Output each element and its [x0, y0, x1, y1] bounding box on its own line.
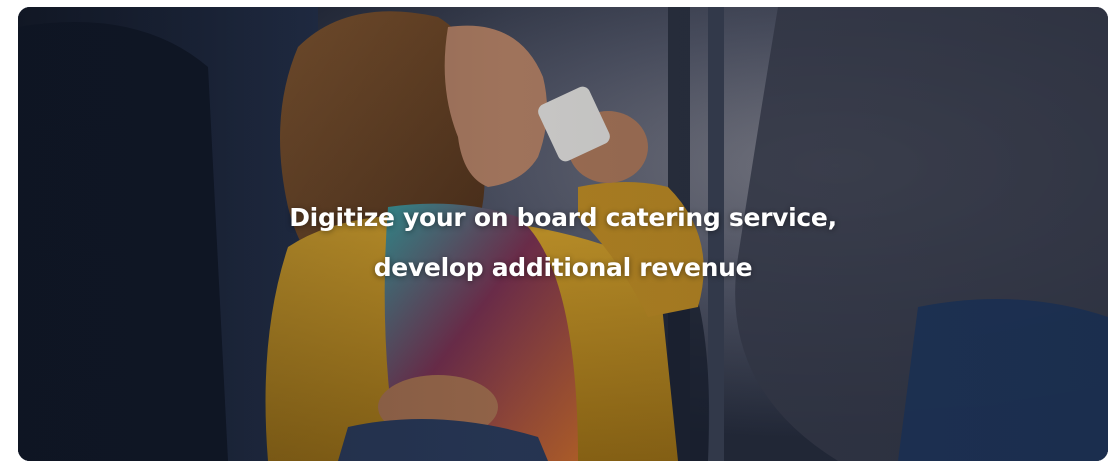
hero-heading: Digitize your on board catering service,…	[18, 193, 1108, 293]
hero-heading-line-2: develop additional revenue	[373, 253, 753, 282]
hero-heading-line-1: Digitize your on board catering service,	[289, 203, 837, 232]
hero-banner: Digitize your on board catering service,…	[18, 7, 1108, 461]
